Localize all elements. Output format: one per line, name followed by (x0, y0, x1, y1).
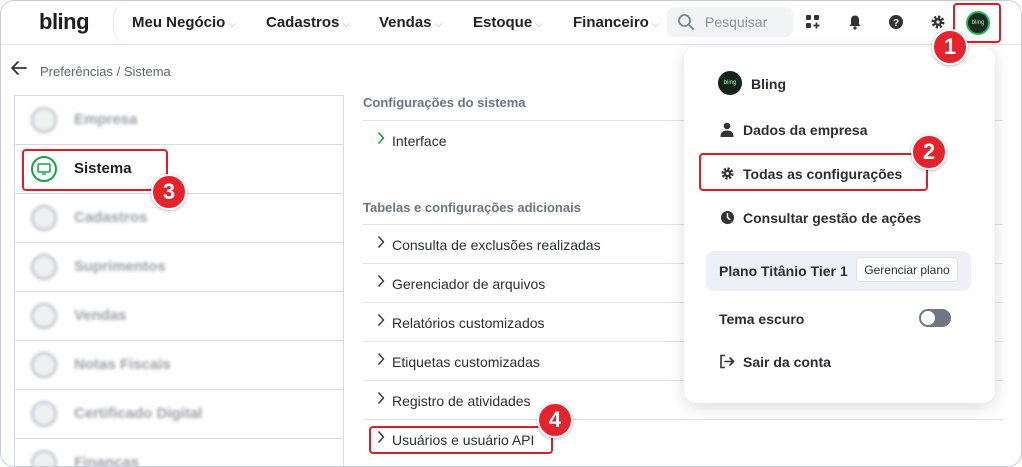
chevron-down-icon: ⌵ (228, 19, 236, 30)
sidebar-item-certificado-digital[interactable]: Certificado Digital (15, 390, 343, 439)
section-title-system: Configurações do sistema (363, 95, 526, 110)
row-label: Relatórios customizados (392, 315, 545, 331)
search-icon (678, 14, 694, 30)
bling-logo[interactable]: bling (39, 9, 90, 35)
main-nav: Meu Negócio ⌵ Cadastros ⌵ Vendas ⌵ Estoque ⌵… (113, 1, 665, 45)
book-icon (31, 205, 57, 231)
invoice-icon (31, 352, 57, 378)
bell-icon[interactable] (844, 11, 866, 33)
money-icon (31, 450, 57, 466)
step-badge-1: 1 (932, 29, 968, 65)
sidebar-item-label: Suprimentos (74, 258, 166, 275)
highlight-usuarios-api (369, 426, 553, 454)
breadcrumb: Preferências / Sistema (40, 64, 171, 79)
nav-cadastros[interactable]: Cadastros ⌵ (266, 14, 350, 31)
sidebar-item-label: Empresa (74, 111, 138, 128)
chevron-down-icon: ⌵ (342, 19, 350, 30)
sidebar-item-label: Cadastros (74, 209, 148, 226)
sidebar-item-notas-fiscais[interactable]: Notas Fiscais (15, 341, 343, 390)
clock-icon (719, 209, 735, 225)
plan-name: Plano Titânio Tier 1 (719, 263, 848, 279)
row-label: Gerenciador de arquivos (392, 276, 546, 292)
app-frame: bling Meu Negócio ⌵ Cadastros ⌵ Vendas ⌵ Es… (0, 0, 1022, 467)
plan-box: Plano Titânio Tier 1 Gerenciar plano (706, 251, 971, 291)
account-name[interactable]: Bling (751, 76, 786, 92)
highlight-sistema (22, 149, 168, 191)
sidebar-item-label: Notas Fiscais (74, 356, 171, 373)
section-title-tables: Tabelas e configurações adicionais (363, 200, 581, 215)
search-input[interactable]: Pesquisar (667, 7, 793, 37)
step-badge-4: 4 (537, 402, 573, 438)
account-avatar: bling (718, 71, 742, 95)
menu-item-logout[interactable]: Sair da conta (743, 354, 831, 370)
chevron-right-icon (377, 392, 385, 404)
chevron-right-icon (377, 131, 385, 145)
dark-theme-label: Tema escuro (719, 311, 805, 327)
back-arrow-icon[interactable] (11, 59, 27, 80)
sidebar-item-financas[interactable]: Finanças (15, 439, 343, 467)
chevron-down-icon: ⌵ (535, 19, 543, 30)
row-label: Registro de atividades (392, 393, 531, 409)
sidebar-item-vendas[interactable]: Vendas (15, 292, 343, 341)
row-label: Etiquetas customizadas (392, 354, 540, 370)
step-badge-3: 3 (151, 174, 187, 210)
nav-financeiro[interactable]: Financeiro ⌵ (573, 14, 659, 31)
search-placeholder: Pesquisar (705, 14, 768, 30)
chevron-right-icon (377, 353, 385, 365)
nav-estoque[interactable]: Estoque ⌵ (473, 14, 543, 31)
highlight-all-settings (699, 153, 928, 191)
top-navbar: bling Meu Negócio ⌵ Cadastros ⌵ Vendas ⌵ Es… (1, 1, 1021, 45)
row-label: Consulta de exclusões realizadas (392, 237, 601, 253)
toggle-knob (921, 311, 935, 325)
row-label: Interface (392, 133, 447, 149)
sidebar-item-label: Certificado Digital (74, 405, 203, 422)
logout-icon (719, 353, 735, 369)
menu-item-actions-log[interactable]: Consultar gestão de ações (743, 210, 921, 226)
manage-plan-button[interactable]: Gerenciar plano (856, 257, 958, 282)
menu-item-company-data[interactable]: Dados da empresa (743, 122, 868, 138)
sidebar-item-empresa[interactable]: Empresa (15, 96, 343, 145)
certificate-icon (31, 401, 57, 427)
help-icon[interactable]: ? (885, 11, 907, 33)
chevron-down-icon: ⌵ (434, 19, 443, 30)
nav-vendas[interactable]: Vendas ⌵ (379, 14, 442, 31)
chevron-right-icon (377, 236, 385, 248)
building-icon (31, 107, 57, 133)
cart-icon (31, 303, 57, 329)
step-badge-2: 2 (911, 134, 947, 170)
chevron-right-icon (377, 275, 385, 287)
sidebar-item-suprimentos[interactable]: Suprimentos (15, 243, 343, 292)
chevron-right-icon (377, 314, 385, 326)
chevron-down-icon: ⌵ (651, 19, 660, 30)
apps-grid-icon[interactable] (802, 11, 824, 33)
sidebar-item-label: Vendas (74, 307, 127, 324)
dark-theme-toggle[interactable] (919, 309, 951, 327)
svg-text:?: ? (893, 18, 899, 29)
sidebar-item-label: Finanças (74, 454, 140, 467)
account-dropdown-menu: bling Bling Dados da empresa Todas as co… (684, 47, 995, 403)
nav-meu-negocio[interactable]: Meu Negócio ⌵ (132, 14, 236, 31)
avatar[interactable]: bling (966, 11, 990, 35)
box-icon (31, 254, 57, 280)
user-icon (719, 121, 735, 137)
